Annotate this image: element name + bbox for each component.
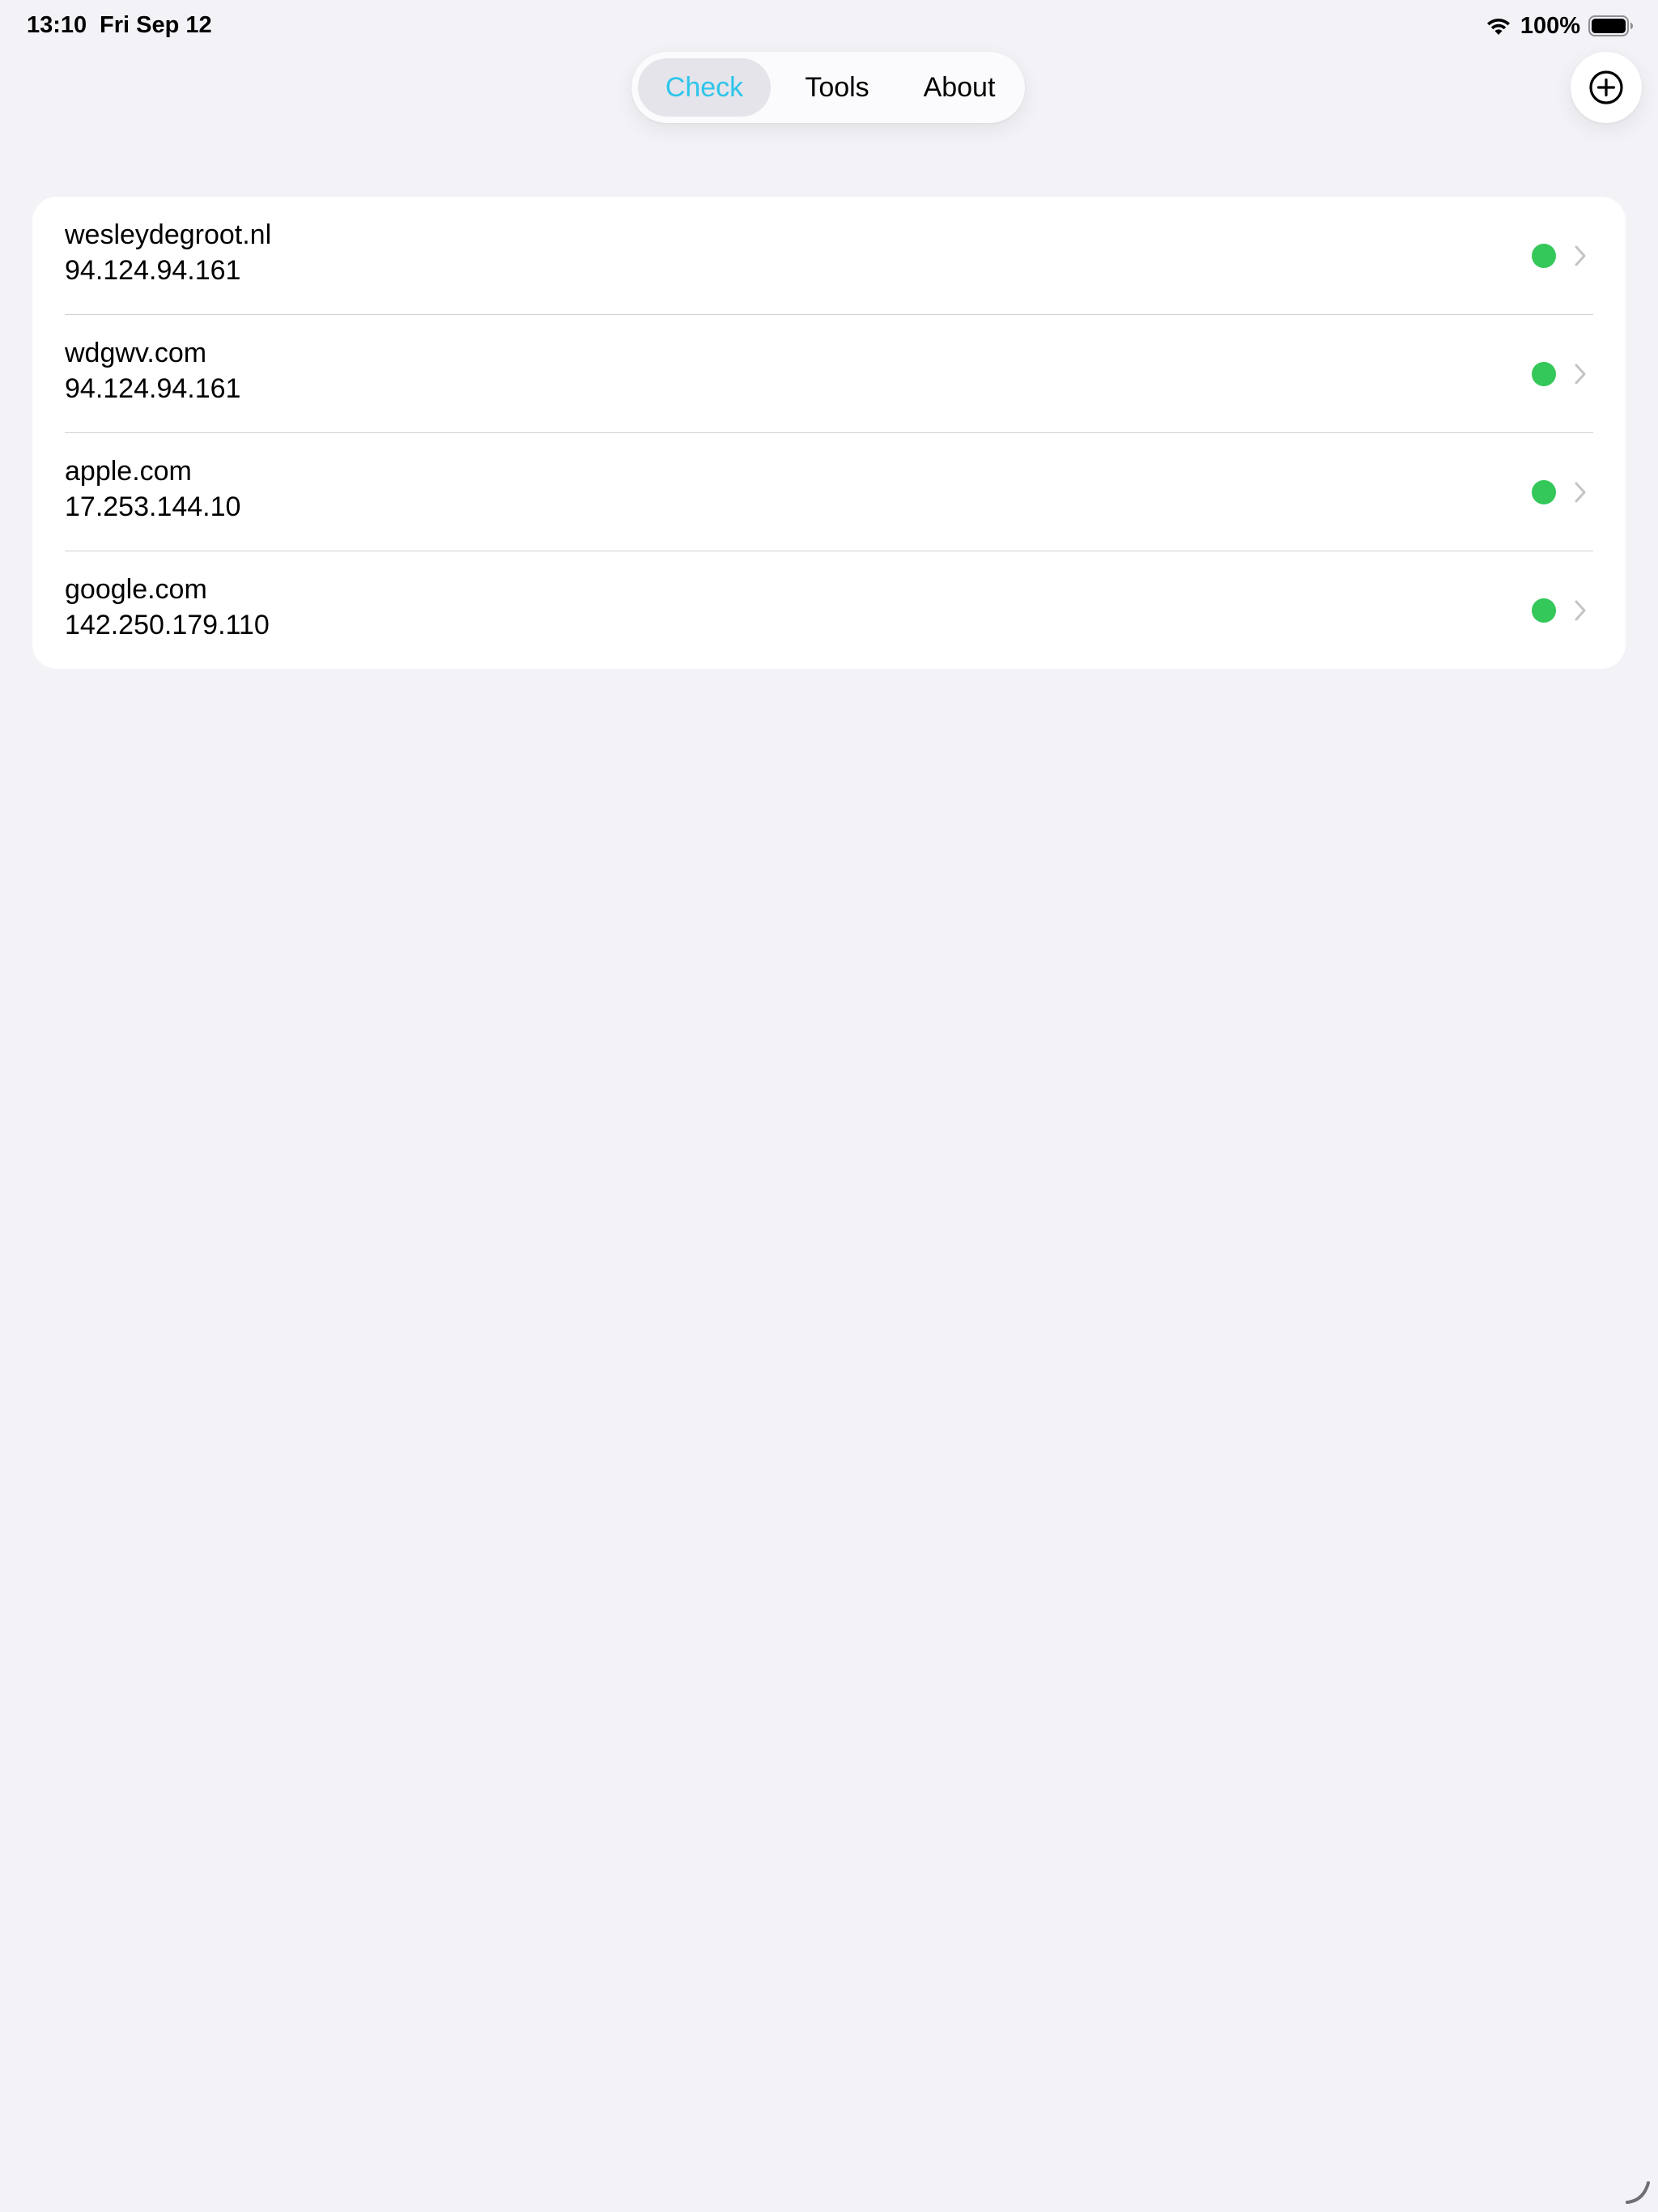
status-indicators: 100% — [1485, 11, 1634, 40]
plus-circle-icon — [1588, 69, 1625, 106]
chevron-right-icon — [1573, 244, 1588, 268]
wifi-icon — [1485, 15, 1512, 36]
status-online-indicator — [1532, 598, 1556, 623]
host-row-google[interactable]: google.com 142.250.179.110 — [32, 551, 1626, 669]
status-online-indicator — [1532, 362, 1556, 386]
tab-tools[interactable]: Tools — [779, 58, 895, 117]
status-online-indicator — [1532, 244, 1556, 268]
host-name: google.com — [65, 574, 207, 605]
host-name: wesleydegroot.nl — [65, 219, 272, 250]
host-name: apple.com — [65, 456, 192, 487]
battery-percent: 100% — [1520, 12, 1580, 39]
status-date: Fri Sep 12 — [100, 12, 212, 38]
tab-check[interactable]: Check — [638, 58, 771, 117]
chevron-right-icon — [1573, 362, 1588, 386]
host-list: wesleydegroot.nl 94.124.94.161 wdgwv.com… — [32, 197, 1626, 669]
host-row-wesleydegroot[interactable]: wesleydegroot.nl 94.124.94.161 — [32, 197, 1626, 315]
add-host-button[interactable] — [1571, 52, 1642, 123]
host-ip: 17.253.144.10 — [65, 491, 241, 522]
corner-indicator-icon — [1624, 2178, 1652, 2206]
status-time: 13:10 — [27, 12, 87, 38]
host-row-apple[interactable]: apple.com 17.253.144.10 — [32, 433, 1626, 551]
host-ip: 94.124.94.161 — [65, 373, 241, 404]
host-name: wdgwv.com — [65, 338, 207, 368]
battery-icon — [1588, 15, 1634, 37]
status-online-indicator — [1532, 480, 1556, 504]
status-bar: 13:10 Fri Sep 12 100% — [0, 0, 1658, 52]
tab-bar: Check Tools About — [631, 52, 1025, 123]
host-row-wdgwv[interactable]: wdgwv.com 94.124.94.161 — [32, 315, 1626, 433]
chevron-right-icon — [1573, 598, 1588, 623]
host-ip: 142.250.179.110 — [65, 610, 270, 640]
chevron-right-icon — [1573, 480, 1588, 504]
tab-about[interactable]: About — [899, 58, 1020, 117]
host-ip: 94.124.94.161 — [65, 255, 241, 286]
